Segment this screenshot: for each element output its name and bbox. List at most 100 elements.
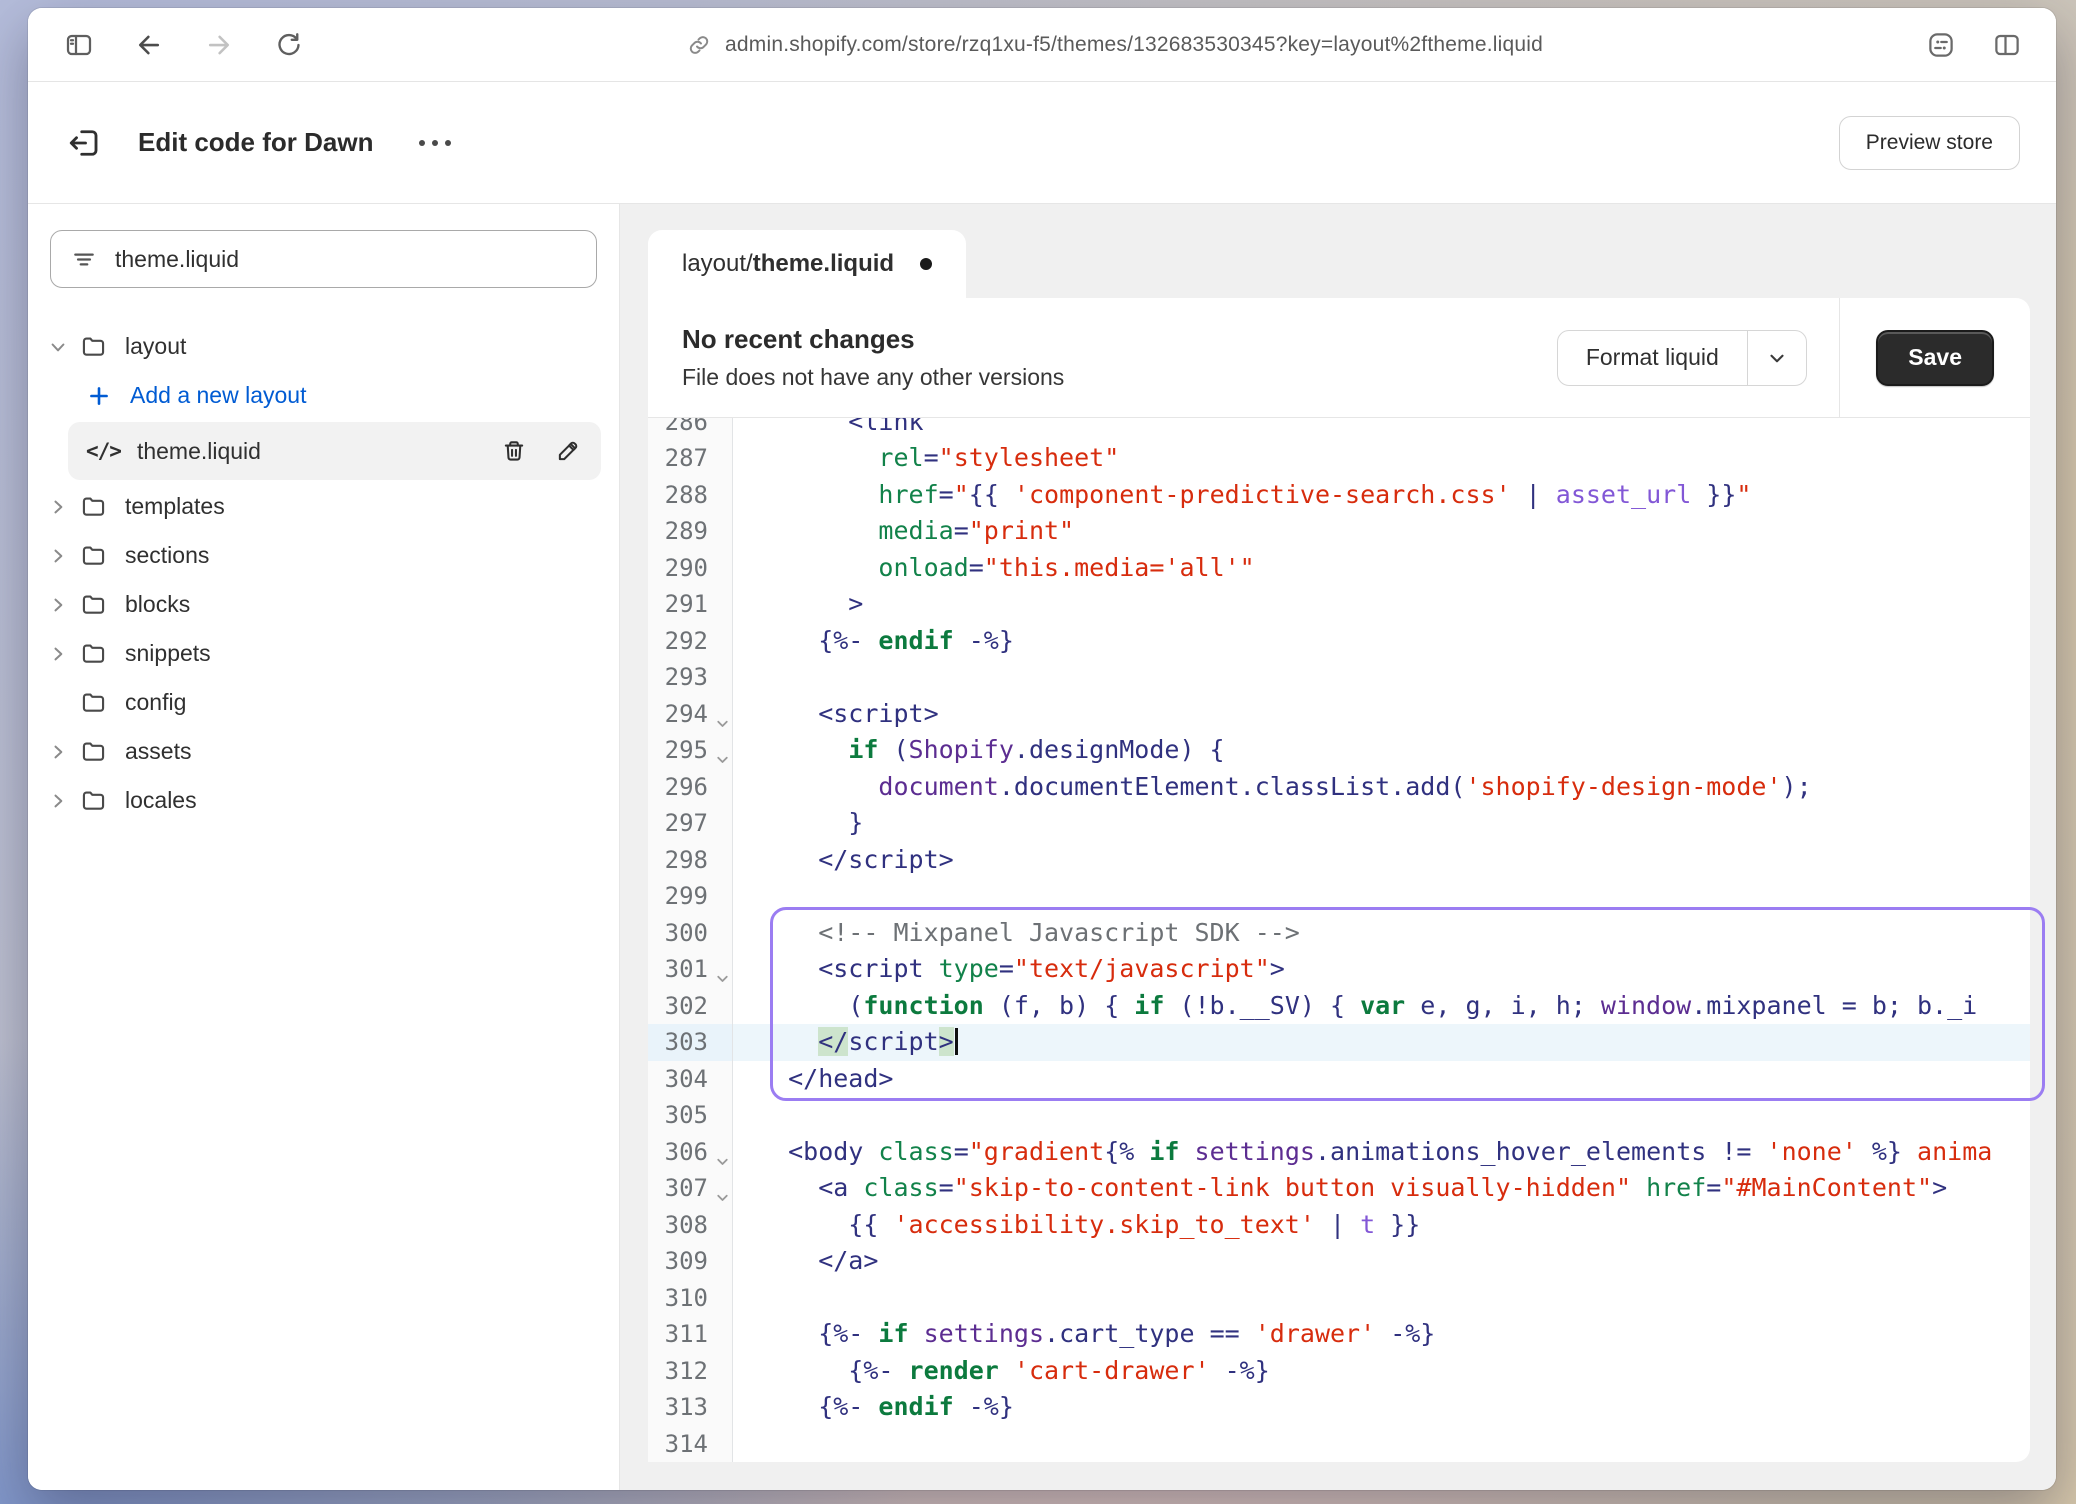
search-input[interactable] — [115, 246, 576, 273]
line-number[interactable]: 310 — [648, 1280, 733, 1317]
code-text[interactable]: </script> — [733, 842, 2030, 879]
chevron-right-icon[interactable] — [48, 742, 80, 762]
extensions-icon[interactable] — [1926, 30, 1956, 60]
sidebar-item-assets[interactable]: assets — [28, 727, 619, 776]
code-line-294[interactable]: 294 <script> — [648, 696, 2030, 733]
code-text[interactable]: rel="stylesheet" — [733, 440, 2030, 477]
chevron-right-icon[interactable] — [48, 546, 80, 566]
code-line-286[interactable]: 286 <link — [648, 418, 2030, 440]
code-line-296[interactable]: 296 document.documentElement.classList.a… — [648, 769, 2030, 806]
code-line-288[interactable]: 288 href="{{ 'component-predictive-searc… — [648, 477, 2030, 514]
code-text[interactable]: <script type="text/javascript"> — [733, 951, 2030, 988]
code-text[interactable]: {{ 'accessibility.skip_to_text' | t }} — [733, 1207, 2030, 1244]
code-line-292[interactable]: 292 {%- endif -%} — [648, 623, 2030, 660]
code-text[interactable]: {%- render 'cart-drawer' -%} — [733, 1353, 2030, 1390]
line-number[interactable]: 309 — [648, 1243, 733, 1280]
code-line-293[interactable]: 293 — [648, 659, 2030, 696]
sidebar-file-theme.liquid[interactable]: </>theme.liquid — [68, 422, 601, 480]
sidebar-item-snippets[interactable]: snippets — [28, 629, 619, 678]
code-line-300[interactable]: 300 <!-- Mixpanel Javascript SDK --> — [648, 915, 2030, 952]
line-number[interactable]: 306 — [648, 1134, 733, 1171]
code-text[interactable]: {%- endif -%} — [733, 1389, 2030, 1426]
split-view-icon[interactable] — [1992, 30, 2022, 60]
url-text[interactable]: admin.shopify.com/store/rzq1xu-f5/themes… — [725, 33, 1543, 57]
file-search[interactable] — [50, 230, 597, 288]
format-liquid-label[interactable]: Format liquid — [1558, 331, 1747, 385]
code-text[interactable]: <!-- Mixpanel Javascript SDK --> — [733, 915, 2030, 952]
code-line-311[interactable]: 311 {%- if settings.cart_type == 'drawer… — [648, 1316, 2030, 1353]
code-line-314[interactable]: 314 — [648, 1426, 2030, 1463]
code-line-301[interactable]: 301 <script type="text/javascript"> — [648, 951, 2030, 988]
exit-icon[interactable] — [66, 125, 102, 161]
sidebar-toggle-icon[interactable] — [64, 30, 94, 60]
sidebar-item-locales[interactable]: locales — [28, 776, 619, 825]
line-number[interactable]: 307 — [648, 1170, 733, 1207]
code-text[interactable]: {%- endif -%} — [733, 623, 2030, 660]
code-line-297[interactable]: 297 } — [648, 805, 2030, 842]
reload-icon[interactable] — [274, 30, 304, 60]
rename-file-icon[interactable] — [555, 438, 581, 464]
sidebar-item-blocks[interactable]: blocks — [28, 580, 619, 629]
code-text[interactable]: > — [733, 586, 2030, 623]
line-number[interactable]: 311 — [648, 1316, 733, 1353]
line-number[interactable]: 293 — [648, 659, 733, 696]
line-number[interactable]: 290 — [648, 550, 733, 587]
code-line-295[interactable]: 295 if (Shopify.designMode) { — [648, 732, 2030, 769]
code-line-313[interactable]: 313 {%- endif -%} — [648, 1389, 2030, 1426]
code-text[interactable]: <link — [733, 418, 2030, 440]
line-number[interactable]: 294 — [648, 696, 733, 733]
line-number[interactable]: 288 — [648, 477, 733, 514]
code-line-287[interactable]: 287 rel="stylesheet" — [648, 440, 2030, 477]
add-new-layout-button[interactable]: Add a new layout — [86, 371, 619, 420]
code-line-308[interactable]: 308 {{ 'accessibility.skip_to_text' | t … — [648, 1207, 2030, 1244]
code-text[interactable]: document.documentElement.classList.add('… — [733, 769, 2030, 806]
code-line-298[interactable]: 298 </script> — [648, 842, 2030, 879]
line-number[interactable]: 305 — [648, 1097, 733, 1134]
line-number[interactable]: 287 — [648, 440, 733, 477]
chevron-right-icon[interactable] — [48, 497, 80, 517]
line-number[interactable]: 292 — [648, 623, 733, 660]
code-text[interactable]: onload="this.media='all'" — [733, 550, 2030, 587]
code-line-307[interactable]: 307 <a class="skip-to-content-link butto… — [648, 1170, 2030, 1207]
tab-theme-liquid[interactable]: layout/theme.liquid — [648, 230, 966, 298]
line-number[interactable]: 314 — [648, 1426, 733, 1463]
code-line-299[interactable]: 299 — [648, 878, 2030, 915]
save-button[interactable]: Save — [1876, 330, 1994, 386]
line-number[interactable]: 303 — [648, 1024, 733, 1061]
sidebar-item-config[interactable]: config — [28, 678, 619, 727]
code-text[interactable]: <a class="skip-to-content-link button vi… — [733, 1170, 2030, 1207]
code-text[interactable] — [733, 659, 2030, 696]
format-liquid-button[interactable]: Format liquid — [1557, 330, 1807, 386]
line-number[interactable]: 291 — [648, 586, 733, 623]
forward-icon[interactable] — [204, 30, 234, 60]
code-line-303[interactable]: 303 </script> — [648, 1024, 2030, 1061]
code-line-290[interactable]: 290 onload="this.media='all'" — [648, 550, 2030, 587]
line-number[interactable]: 313 — [648, 1389, 733, 1426]
sidebar-item-layout[interactable]: layout — [28, 322, 619, 371]
sidebar-item-sections[interactable]: sections — [28, 531, 619, 580]
back-icon[interactable] — [134, 30, 164, 60]
code-text[interactable]: } — [733, 805, 2030, 842]
code-text[interactable] — [733, 1097, 2030, 1134]
line-number[interactable]: 304 — [648, 1061, 733, 1098]
delete-file-icon[interactable] — [501, 438, 527, 464]
line-number[interactable]: 296 — [648, 769, 733, 806]
code-text[interactable]: if (Shopify.designMode) { — [733, 732, 2030, 769]
code-line-310[interactable]: 310 — [648, 1280, 2030, 1317]
line-number[interactable]: 301 — [648, 951, 733, 988]
line-number[interactable]: 298 — [648, 842, 733, 879]
code-line-312[interactable]: 312 {%- render 'cart-drawer' -%} — [648, 1353, 2030, 1390]
more-menu-icon[interactable] — [419, 140, 451, 146]
code-text[interactable]: </head> — [733, 1061, 2030, 1098]
line-number[interactable]: 297 — [648, 805, 733, 842]
line-number[interactable]: 289 — [648, 513, 733, 550]
code-line-309[interactable]: 309 </a> — [648, 1243, 2030, 1280]
line-number[interactable]: 312 — [648, 1353, 733, 1390]
code-line-291[interactable]: 291 > — [648, 586, 2030, 623]
code-text[interactable]: </script> — [733, 1024, 2030, 1061]
line-number[interactable]: 300 — [648, 915, 733, 952]
code-text[interactable]: media="print" — [733, 513, 2030, 550]
code-line-305[interactable]: 305 — [648, 1097, 2030, 1134]
code-text[interactable]: {%- if settings.cart_type == 'drawer' -%… — [733, 1316, 2030, 1353]
chevron-right-icon[interactable] — [48, 595, 80, 615]
